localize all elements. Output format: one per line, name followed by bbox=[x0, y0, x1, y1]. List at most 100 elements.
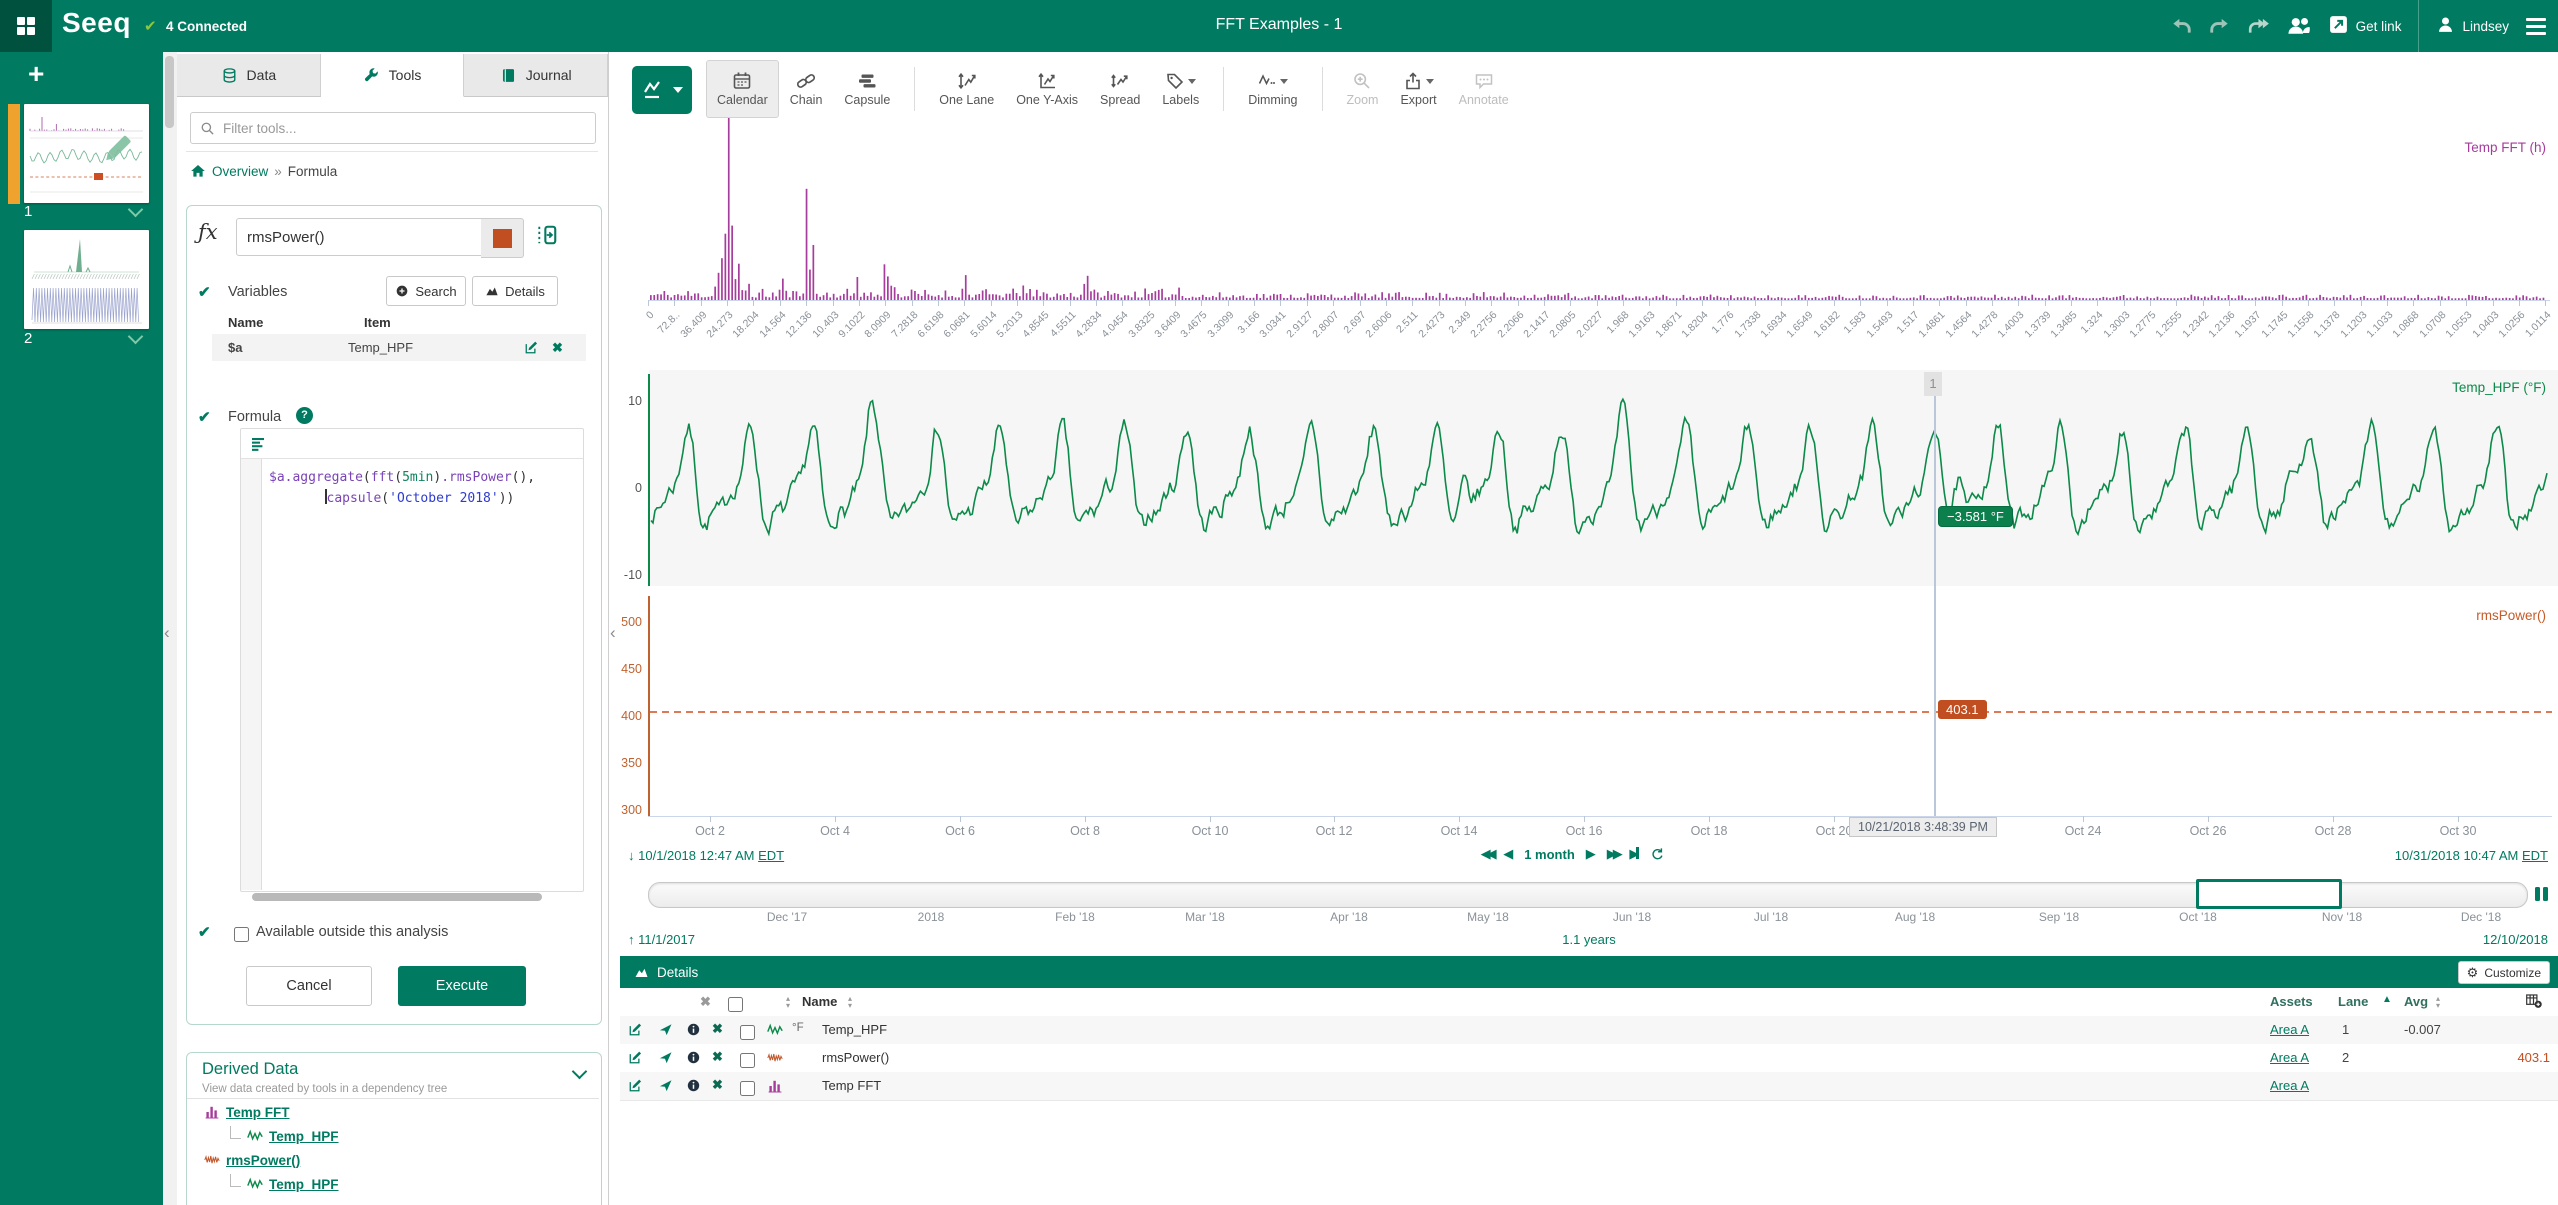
row-asset-link[interactable]: Area A bbox=[2270, 1050, 2309, 1065]
step-forward-button[interactable]: ▶ bbox=[1586, 846, 1596, 862]
refresh-icon[interactable] bbox=[1650, 847, 1665, 862]
assets-column-header[interactable]: Assets bbox=[2270, 994, 2313, 1009]
remove-row-icon[interactable]: ✖ bbox=[712, 1021, 723, 1037]
sort-icon[interactable]: ▴ ▾ bbox=[848, 995, 852, 1010]
timezone-link[interactable]: EDT bbox=[758, 848, 784, 863]
tree-item-link[interactable]: Temp_HPF bbox=[269, 1177, 339, 1192]
row-asset-link[interactable]: Area A bbox=[2270, 1022, 2309, 1037]
chevron-down-icon[interactable] bbox=[127, 201, 144, 218]
send-icon[interactable] bbox=[658, 1078, 673, 1096]
timeline-selection[interactable] bbox=[2196, 879, 2342, 909]
rms-ytick: 300 bbox=[621, 803, 642, 817]
color-picker-button[interactable] bbox=[481, 218, 524, 258]
variable-search-button[interactable]: Search bbox=[386, 276, 466, 306]
cancel-button[interactable]: Cancel bbox=[246, 966, 372, 1006]
add-column-icon[interactable] bbox=[2525, 992, 2542, 1009]
tab-journal[interactable]: Journal bbox=[464, 54, 609, 97]
worksheet-strip bbox=[0, 52, 163, 1205]
info-icon[interactable] bbox=[686, 1022, 701, 1040]
step-forward-fast-button[interactable]: ▶▶ bbox=[1607, 846, 1623, 862]
sort-icon[interactable]: ▴ ▾ bbox=[2436, 995, 2440, 1010]
collapse-worksheets-handle[interactable]: ‹ bbox=[164, 624, 170, 641]
step-back-fast-button[interactable]: ◀◀ bbox=[1481, 846, 1497, 862]
row-asset-link[interactable]: Area A bbox=[2270, 1078, 2309, 1093]
step-back-button[interactable]: ◀ bbox=[1503, 846, 1513, 862]
tree-item-link[interactable]: Temp_HPF bbox=[269, 1129, 339, 1144]
users-icon[interactable] bbox=[2287, 14, 2311, 38]
edit-row-icon[interactable] bbox=[628, 1078, 643, 1096]
hamburger-menu[interactable] bbox=[2526, 17, 2546, 35]
user-menu[interactable]: Lindsey bbox=[2436, 15, 2509, 37]
range-duration-label[interactable]: 1 month bbox=[1524, 847, 1575, 862]
timeline-lock-icon[interactable] bbox=[2532, 884, 2552, 904]
send-icon[interactable] bbox=[658, 1050, 673, 1068]
help-icon[interactable]: ? bbox=[296, 407, 313, 424]
investigate-end[interactable]: 12/10/2018 bbox=[2483, 932, 2548, 947]
chevron-down-icon[interactable] bbox=[127, 328, 144, 345]
formula-name-input[interactable] bbox=[236, 218, 482, 256]
details-title: Details bbox=[657, 964, 699, 980]
remove-all-icon[interactable]: ✖ bbox=[700, 994, 711, 1010]
send-icon[interactable] bbox=[658, 1022, 673, 1040]
editor-hscrollbar[interactable] bbox=[252, 893, 542, 901]
edit-row-icon[interactable] bbox=[628, 1050, 643, 1068]
remove-row-icon[interactable]: ✖ bbox=[712, 1077, 723, 1093]
tree-item-link[interactable]: rmsPower() bbox=[226, 1153, 300, 1168]
formula-editor[interactable]: $a.aggregate(fft(5min).rmsPower(), capsul… bbox=[240, 428, 584, 892]
investigate-start[interactable]: ↑ 11/1/2017 bbox=[628, 932, 695, 947]
worksheet-thumbnail-2[interactable] bbox=[24, 230, 149, 329]
cursor-timestamp-tooltip: 10/21/2018 3:48:39 PM bbox=[1849, 817, 1997, 837]
rms-dashed-line[interactable] bbox=[650, 711, 2552, 713]
available-outside-checkbox[interactable] bbox=[234, 927, 249, 942]
worksheet-label-1[interactable]: 1 bbox=[24, 201, 149, 220]
tab-tools[interactable]: Tools bbox=[320, 54, 465, 97]
move-tool-icon[interactable] bbox=[536, 224, 558, 246]
details-row-temp-fft[interactable]: ✖ Temp FFT Area A bbox=[620, 1072, 2558, 1101]
tab-data[interactable]: Data bbox=[177, 54, 321, 97]
rms-y-axis[interactable] bbox=[648, 596, 650, 816]
timezone-link[interactable]: EDT bbox=[2522, 848, 2548, 863]
avg-column-header[interactable]: Avg bbox=[2404, 994, 2428, 1009]
tree-item-link[interactable]: Temp FFT bbox=[226, 1105, 290, 1120]
worksheet-label-2[interactable]: 2 bbox=[24, 328, 149, 347]
fft-tick bbox=[1886, 300, 1888, 306]
get-link-button[interactable]: Get link bbox=[2328, 14, 2401, 38]
edit-row-icon[interactable] bbox=[628, 1022, 643, 1040]
formula-code[interactable]: $a.aggregate(fft(5min).rmsPower(), capsul… bbox=[269, 467, 535, 509]
panel-scrollbar-thumb[interactable] bbox=[165, 56, 174, 128]
variable-details-button[interactable]: Details bbox=[472, 276, 558, 306]
home-icon[interactable] bbox=[190, 163, 206, 179]
sort-icon[interactable]: ▴ ▾ bbox=[786, 995, 790, 1010]
redo-button[interactable] bbox=[2209, 15, 2231, 37]
step-to-end-button[interactable]: ▶ bbox=[1629, 846, 1640, 862]
filter-tools-input[interactable] bbox=[221, 119, 595, 137]
lane-column-header[interactable]: Lane bbox=[2338, 994, 2368, 1009]
fft-tick bbox=[1649, 300, 1651, 306]
execute-button[interactable]: Execute bbox=[398, 966, 526, 1006]
row-checkbox[interactable] bbox=[740, 1025, 755, 1040]
name-column-header[interactable]: Name bbox=[802, 994, 837, 1009]
info-icon[interactable] bbox=[686, 1078, 701, 1096]
customize-button[interactable]: ⚙ Customize bbox=[2457, 961, 2550, 984]
row-checkbox[interactable] bbox=[740, 1081, 755, 1096]
function-list-icon[interactable] bbox=[250, 436, 266, 452]
rms-lane-label[interactable]: rmsPower() bbox=[2246, 608, 2546, 623]
info-icon[interactable] bbox=[686, 1050, 701, 1068]
remove-row-icon[interactable]: ✖ bbox=[712, 1049, 723, 1065]
select-all-checkbox[interactable] bbox=[728, 997, 743, 1012]
details-row-temp-hpf[interactable]: ✖ °F Temp_HPF Area A 1 -0.007 bbox=[620, 1016, 2558, 1045]
row-checkbox[interactable] bbox=[740, 1053, 755, 1068]
investigate-duration[interactable]: 1.1 years bbox=[1489, 932, 1689, 947]
undo-button[interactable] bbox=[2170, 15, 2192, 37]
temp-signal-chart[interactable] bbox=[650, 370, 2548, 586]
breadcrumb-overview[interactable]: Overview bbox=[212, 164, 268, 179]
sort-asc-icon[interactable]: ▲ bbox=[2382, 994, 2392, 1005]
remove-variable-icon[interactable]: ✖ bbox=[552, 340, 563, 356]
details-row-rmspower-[interactable]: ✖ rmsPower() Area A 2 403.1 bbox=[620, 1044, 2558, 1073]
edit-variable-icon[interactable] bbox=[524, 340, 539, 355]
redo-all-button[interactable] bbox=[2248, 15, 2270, 37]
fft-tick bbox=[806, 300, 808, 306]
add-worksheet-button[interactable]: + bbox=[28, 58, 44, 90]
fft-chart[interactable] bbox=[648, 80, 2548, 300]
worksheet-thumbnail-1[interactable] bbox=[24, 104, 149, 203]
